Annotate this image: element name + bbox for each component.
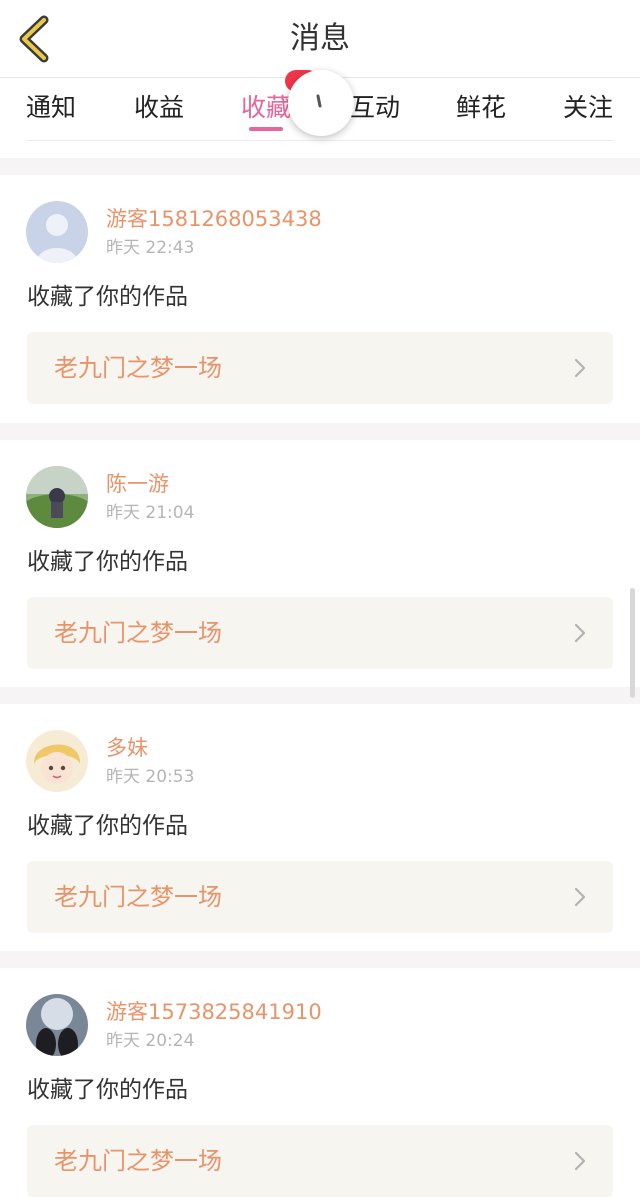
work-link[interactable]: 老九门之梦一场 (27, 332, 613, 404)
chevron-right-icon (574, 623, 586, 643)
loading-spinner-icon (316, 94, 322, 108)
message-card: 游客1573825841910 昨天 20:24 收藏了你的作品 老九门之梦一场 (0, 968, 640, 1197)
username[interactable]: 多妹 (106, 734, 148, 762)
work-link[interactable]: 老九门之梦一场 (27, 861, 613, 933)
work-title: 老九门之梦一场 (54, 354, 222, 382)
tab-interactions[interactable]: 互动 (350, 88, 400, 128)
action-text: 收藏了你的作品 (27, 284, 188, 310)
default-user-avatar-icon (26, 201, 88, 263)
avatar[interactable] (26, 201, 88, 263)
work-link[interactable]: 老九门之梦一场 (27, 597, 613, 669)
tab-earnings[interactable]: 收益 (134, 88, 184, 128)
work-title: 老九门之梦一场 (54, 619, 222, 647)
tab-divider (26, 140, 614, 141)
user-photo-icon (26, 466, 88, 528)
tab-follows[interactable]: 关注 (563, 88, 613, 128)
loading-spinner (288, 70, 354, 136)
top-bar: 消息 (0, 0, 640, 78)
section-divider (0, 158, 640, 175)
anime-avatar-icon (26, 730, 88, 792)
page-title: 消息 (290, 21, 350, 56)
action-text: 收藏了你的作品 (27, 1077, 188, 1103)
section-divider (0, 687, 640, 704)
scrollbar[interactable] (630, 588, 635, 698)
timestamp: 昨天 20:24 (106, 1031, 195, 1051)
avatar[interactable] (26, 994, 88, 1056)
work-link[interactable]: 老九门之梦一场 (27, 1125, 613, 1197)
username[interactable]: 游客1581268053438 (106, 205, 322, 233)
action-text: 收藏了你的作品 (27, 549, 188, 575)
active-tab-indicator (249, 127, 283, 131)
timestamp: 昨天 21:04 (106, 503, 195, 523)
message-card: 游客1581268053438 昨天 22:43 收藏了你的作品 老九门之梦一场 (0, 175, 640, 423)
avatar[interactable] (26, 730, 88, 792)
tab-flowers[interactable]: 鲜花 (456, 88, 506, 128)
work-title: 老九门之梦一场 (54, 1147, 222, 1175)
message-card: 多妹 昨天 20:53 收藏了你的作品 老九门之梦一场 (0, 704, 640, 951)
message-card: 陈一游 昨天 21:04 收藏了你的作品 老九门之梦一场 (0, 440, 640, 687)
action-text: 收藏了你的作品 (27, 813, 188, 839)
chevron-right-icon (574, 358, 586, 378)
work-title: 老九门之梦一场 (54, 883, 222, 911)
tab-favorites[interactable]: 收藏 (241, 88, 291, 128)
section-divider (0, 423, 640, 440)
section-divider (0, 951, 640, 968)
chevron-right-icon (574, 887, 586, 907)
username[interactable]: 游客1573825841910 (106, 998, 322, 1026)
username[interactable]: 陈一游 (106, 470, 169, 498)
user-photo-icon (26, 994, 88, 1056)
timestamp: 昨天 22:43 (106, 238, 195, 258)
timestamp: 昨天 20:53 (106, 767, 195, 787)
chevron-right-icon (574, 1151, 586, 1171)
tab-notifications[interactable]: 通知 (26, 88, 76, 128)
avatar[interactable] (26, 466, 88, 528)
